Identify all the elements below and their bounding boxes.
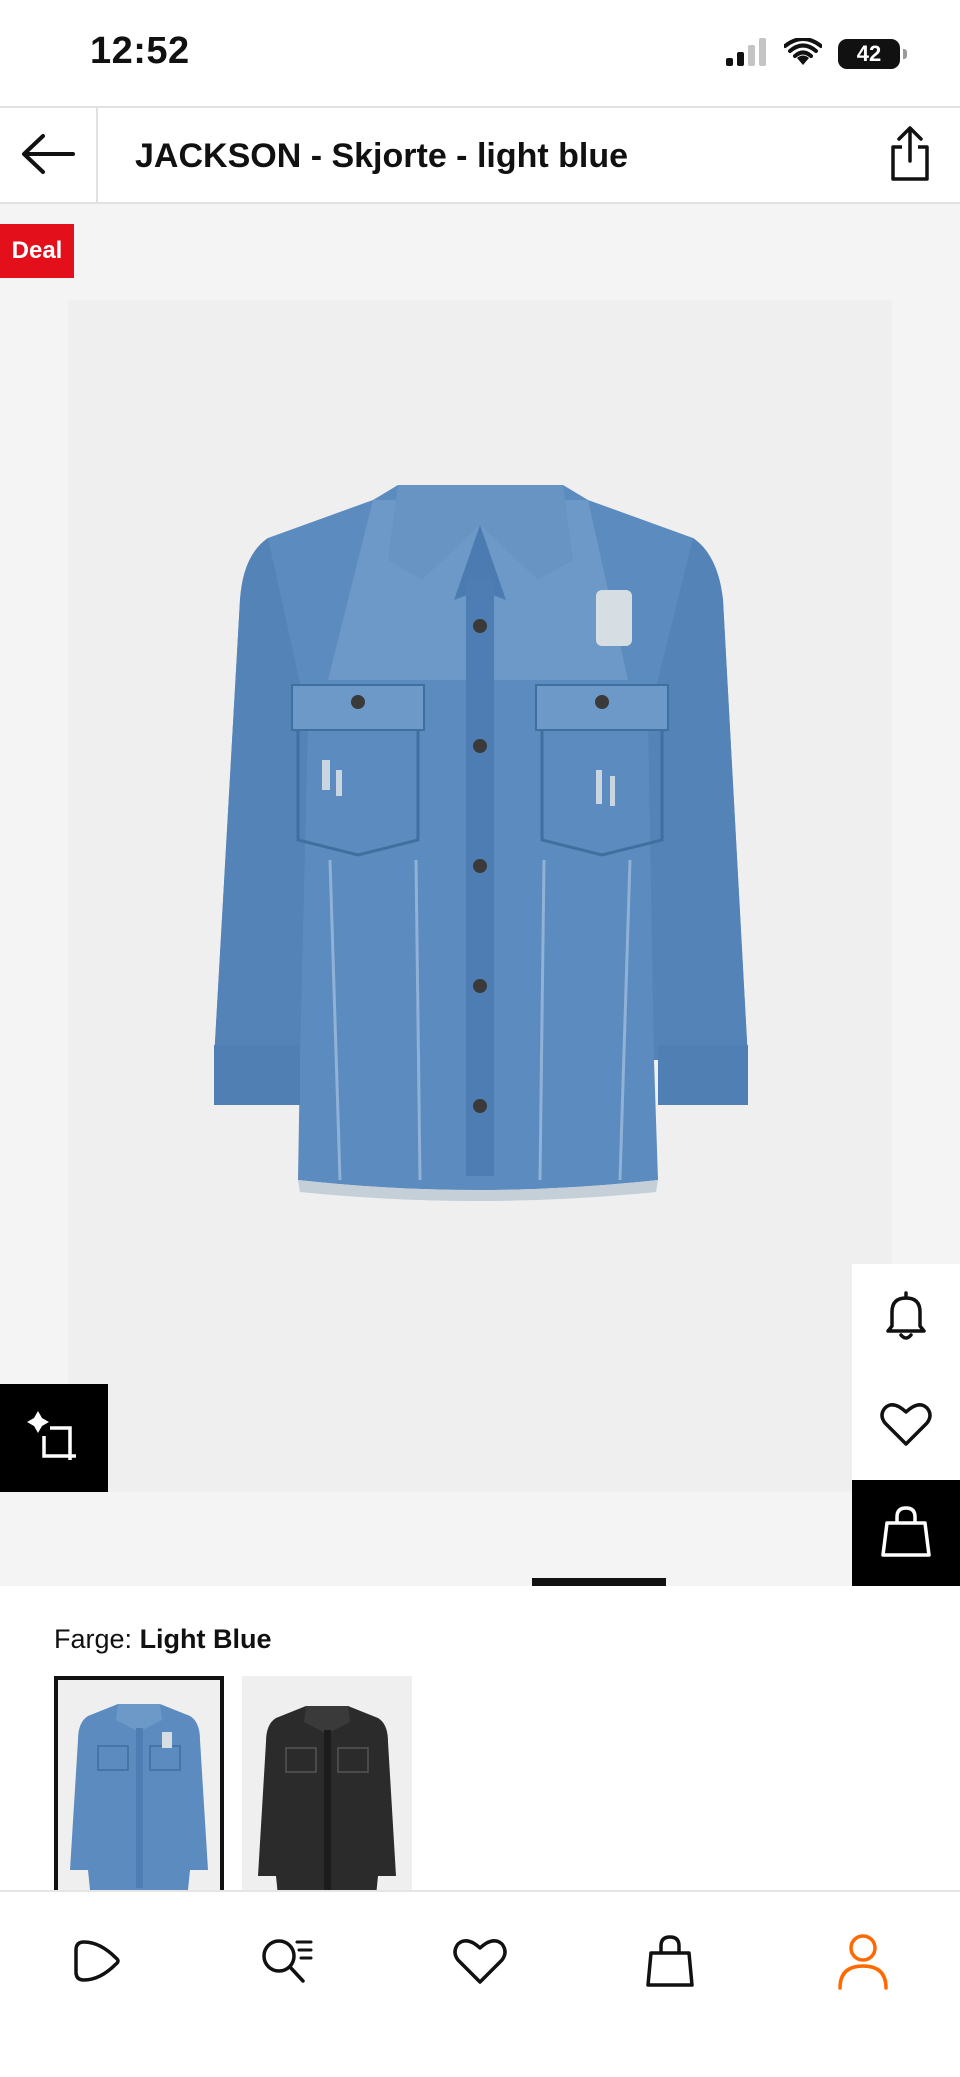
product-gallery[interactable]: Deal: [0, 204, 960, 1588]
wishlist-button[interactable]: [852, 1372, 960, 1480]
product-image[interactable]: [68, 300, 892, 1492]
swatch-light-blue-image: [70, 1704, 208, 1890]
wifi-icon: [783, 36, 823, 71]
swatch-black-image: [258, 1706, 396, 1896]
heart-icon: [452, 1936, 508, 1991]
gallery-pager-indicator: [532, 1578, 666, 1586]
profile-icon: [836, 1932, 890, 1995]
page-title: JACKSON - Skjorte - light blue: [135, 137, 629, 175]
color-swatch-black[interactable]: [242, 1676, 412, 1896]
back-button[interactable]: [0, 108, 98, 204]
tab-wishlist[interactable]: [435, 1918, 525, 2008]
status-icons: 42: [726, 36, 907, 72]
deal-badge: Deal: [0, 224, 74, 278]
tab-search[interactable]: [241, 1918, 331, 2008]
color-swatch-light-blue[interactable]: [54, 1676, 224, 1896]
sparkle-crop-icon: [24, 1406, 84, 1471]
side-actions: [852, 1264, 960, 1588]
bell-icon: [883, 1290, 929, 1347]
notify-button[interactable]: [852, 1264, 960, 1372]
tab-bag[interactable]: [625, 1918, 715, 2008]
denim-shirt-illustration: [214, 485, 748, 1201]
battery-level: 42: [856, 41, 882, 66]
ai-search-button[interactable]: [0, 1384, 108, 1492]
tab-profile[interactable]: [818, 1918, 908, 2008]
bottom-tab-bar: [0, 1890, 960, 2077]
add-to-bag-button[interactable]: [852, 1480, 960, 1588]
status-bar: 12:52 42: [0, 0, 960, 106]
status-time: 12:52: [90, 30, 190, 72]
arrow-left-icon: [19, 132, 77, 181]
signal-icon: [726, 37, 768, 71]
shopping-bag-icon: [881, 1505, 931, 1564]
battery-icon: 42: [838, 39, 907, 69]
share-button[interactable]: [874, 108, 946, 204]
heart-icon: [879, 1400, 933, 1453]
shopping-bag-icon: [645, 1933, 695, 1994]
tab-discover[interactable]: [52, 1918, 142, 2008]
search-list-icon: [257, 1934, 315, 1993]
color-label: Farge: Light Blue: [54, 1624, 272, 1655]
product-header: JACKSON - Skjorte - light blue: [0, 106, 960, 204]
play-icon: [70, 1934, 124, 1993]
share-icon: [888, 125, 932, 188]
color-label-prefix: Farge:: [54, 1624, 133, 1654]
color-section: Farge: Light Blue: [0, 1586, 960, 1896]
color-label-value: Light Blue: [139, 1624, 272, 1654]
